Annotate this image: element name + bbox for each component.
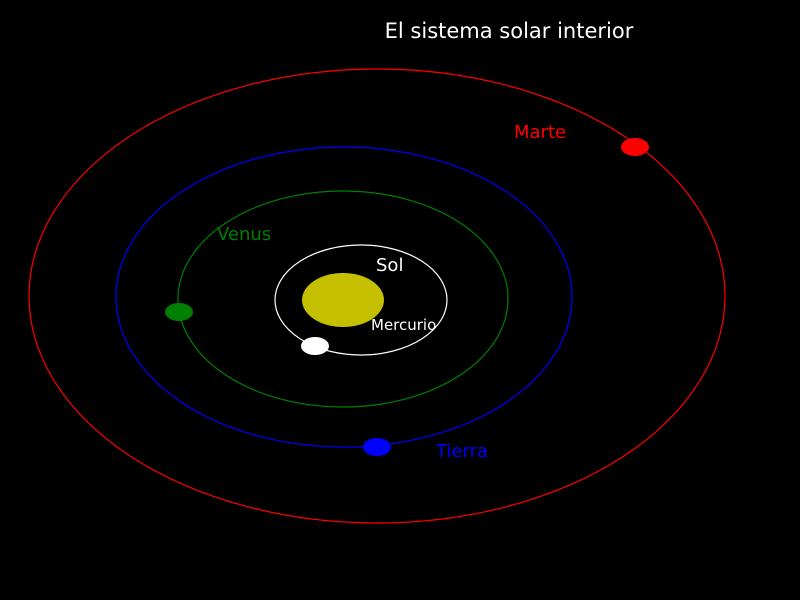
mars-planet: [621, 138, 649, 156]
mercury-label: Mercurio: [371, 316, 436, 334]
earth-label: Tierra: [435, 441, 488, 462]
venus-label: Venus: [217, 224, 271, 245]
background: [0, 0, 800, 600]
sun-label: Sol: [376, 255, 403, 276]
solar-system-diagram: El sistema solar interior Sol Mercurio V…: [0, 0, 800, 600]
earth-planet: [363, 438, 391, 456]
mars-label: Marte: [514, 122, 566, 143]
venus-planet: [165, 303, 193, 321]
diagram-title: El sistema solar interior: [385, 19, 634, 43]
mercury-planet: [301, 337, 329, 355]
